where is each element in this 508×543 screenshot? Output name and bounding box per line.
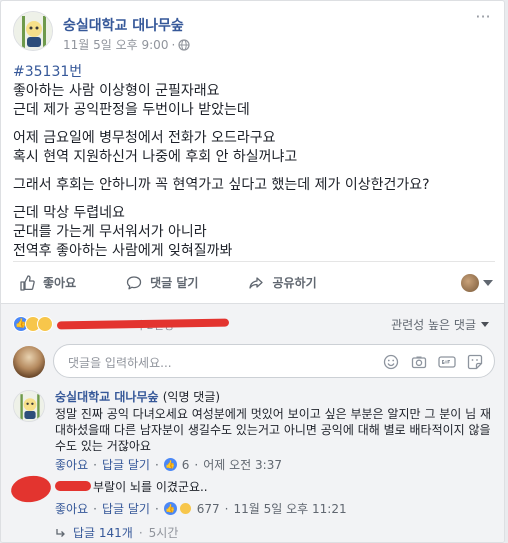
- bamboo-mascot-icon: [14, 12, 52, 50]
- post-meta: 11월 5일 오후 9:00 ·: [63, 36, 190, 53]
- post-header: 숭실대학교 대나무숲 11월 5일 오후 9:00 · ···: [13, 9, 493, 55]
- gif-button[interactable]: [438, 353, 456, 371]
- anonymous-tag: (익명 댓글): [162, 390, 221, 404]
- comment-time[interactable]: 11월 5일 오후 11:21: [234, 500, 347, 517]
- commenter-avatar[interactable]: [13, 390, 45, 422]
- comment-actions: 좋아요 · 답글 달기 · 👍 677 · 11월 5일 오후 11:21: [55, 500, 347, 517]
- chevron-down-icon: [483, 280, 493, 286]
- reaction-icons[interactable]: 👍: [13, 316, 53, 332]
- post-hashtag[interactable]: #35131번: [13, 64, 82, 80]
- page-name[interactable]: 숭실대학교 대나무숲: [63, 15, 184, 35]
- thumbs-up-icon: [20, 274, 35, 291]
- wow-reaction-icon: [37, 316, 53, 332]
- post-body: #35131번 좋아하는 사람 이상형이 군필자래요 근데 제가 공익판정을 두…: [13, 63, 495, 270]
- post-timestamp[interactable]: 11월 5일 오후 9:00: [63, 36, 168, 53]
- redaction-mark: [55, 481, 91, 491]
- comment-like-link[interactable]: 좋아요: [55, 500, 88, 517]
- post-line: 전역후 좋아하는 사람에게 잊혀질까봐: [13, 243, 233, 259]
- comment-button[interactable]: 댓글 달기: [126, 274, 198, 291]
- post-line: 군대를 가는게 무서워서가 아니라: [13, 224, 207, 240]
- commenter-name[interactable]: 숭실대학교 대나무숲 (익명 댓글): [55, 388, 220, 405]
- comment-placeholder: 댓글을 입력하세요...: [68, 356, 172, 370]
- comment-reaction-count[interactable]: 677: [197, 502, 220, 516]
- sort-label: 관련성 높은 댓글: [391, 318, 476, 332]
- like-reaction-icon[interactable]: 👍: [163, 458, 177, 471]
- gif-icon: [438, 356, 456, 368]
- comment-reaction-count[interactable]: 6: [182, 458, 190, 472]
- comment-input[interactable]: 댓글을 입력하세요...: [53, 344, 495, 378]
- comment-reply-link[interactable]: 답글 달기: [102, 456, 150, 473]
- post-line: 그래서 후회는 안하니까 꼭 현역가고 싶다고 했는데 제가 이상한건가요?: [13, 177, 430, 193]
- share-label: 공유하기: [272, 276, 317, 290]
- comments-section: 👍 외 2천명 관련성 높은 댓글 댓글을 입력하세요...: [1, 303, 504, 542]
- page-avatar[interactable]: [13, 11, 53, 51]
- like-reaction-icon[interactable]: 👍: [163, 502, 177, 515]
- post-card: 숭실대학교 대나무숲 11월 5일 오후 9:00 · ··· #35131번 …: [0, 0, 505, 543]
- sticker-icon: [467, 354, 483, 370]
- post-actions-bar: 좋아요 댓글 달기 공유하기: [13, 261, 495, 303]
- reaction-summary: 👍 외 2천명 관련성 높은 댓글: [13, 314, 495, 334]
- post-line: 좋아하는 사람 이상형이 군필자래요: [13, 83, 220, 99]
- view-replies-link[interactable]: 답글 141개 · 5시간: [55, 524, 178, 541]
- share-button[interactable]: 공유하기: [248, 274, 317, 291]
- comment-bubble-icon: [126, 275, 142, 289]
- comment-sort-dropdown[interactable]: 관련성 높은 댓글: [391, 316, 489, 333]
- like-button[interactable]: 좋아요: [19, 274, 76, 291]
- camera-icon: [411, 356, 427, 369]
- meta-separator: ·: [171, 37, 176, 52]
- comment-label: 댓글 달기: [150, 276, 199, 290]
- replies-time: 5시간: [148, 526, 179, 540]
- comment-composer: 댓글을 입력하세요...: [13, 344, 495, 380]
- post-line: 혹시 현역 지원하신거 나중에 후회 안 하실꺼냐고: [13, 149, 298, 165]
- more-options-button[interactable]: ···: [473, 9, 493, 27]
- comment-text: 부랄이 뇌를 이겼군요..: [93, 480, 208, 494]
- like-label: 좋아요: [43, 276, 77, 290]
- haha-reaction-icon: [178, 502, 192, 515]
- redaction-mark: [56, 318, 230, 330]
- post-line: 근데 제가 공익판정을 두번이나 받았는데: [13, 102, 250, 118]
- my-avatar: [13, 346, 45, 378]
- post-as-selector[interactable]: [461, 274, 493, 292]
- comment-reply-link[interactable]: 답글 달기: [102, 500, 150, 517]
- composer-tools: [382, 353, 484, 371]
- commenter-name-text: 숭실대학교 대나무숲: [55, 390, 159, 404]
- sticker-button[interactable]: [466, 353, 484, 371]
- smiley-icon: [383, 354, 399, 370]
- comment-like-link[interactable]: 좋아요: [55, 456, 88, 473]
- comment-time[interactable]: 어제 오전 3:37: [203, 456, 282, 473]
- comment-text: 정말 진짜 공익 다녀오세요 여성분에게 멋있어 보이고 싶은 부분은 알지만 …: [55, 407, 491, 453]
- post-line: 어제 금요일에 병무청에서 전화가 오드라구요: [13, 130, 276, 146]
- globe-icon: [178, 38, 190, 51]
- replies-count: 답글 141개: [73, 526, 133, 540]
- commenter-avatar-redacted[interactable]: [9, 473, 53, 505]
- emoji-button[interactable]: [382, 353, 400, 371]
- bamboo-mascot-icon: [14, 391, 44, 421]
- post-line: 근데 막상 두렵네요: [13, 205, 125, 221]
- reply-arrow-icon: [56, 528, 65, 537]
- chevron-down-icon: [481, 322, 489, 327]
- user-avatar: [461, 274, 479, 292]
- comment-actions: 좋아요 · 답글 달기 · 👍 6 · 어제 오전 3:37: [55, 456, 282, 473]
- photo-button[interactable]: [410, 353, 428, 371]
- share-arrow-icon: [249, 276, 264, 289]
